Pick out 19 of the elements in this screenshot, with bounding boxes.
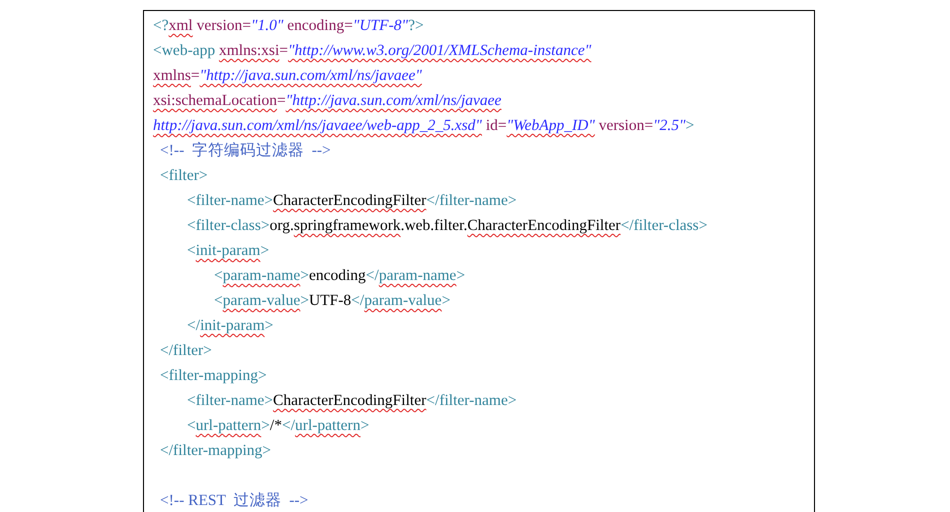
code-line: <url-pattern>/*</url-pattern> xyxy=(187,416,370,436)
code-line: <param-value>UTF-8</param-value> xyxy=(214,291,450,311)
code-line: <param-name>encoding</param-name> xyxy=(214,266,466,286)
code-line: <filter-name>CharacterEncodingFilter</filter-name> xyxy=(187,391,517,411)
code-line: <?xml version="1.0" encoding="UTF-8"?> xyxy=(153,16,424,36)
code-line: <init-param> xyxy=(187,241,270,261)
code-line: <filter-name>CharacterEncodingFilter</filter-name> xyxy=(187,191,517,211)
code-line: http://java.sun.com/xml/ns/javaee/web-app_2_5.xsd" id="WebApp_ID" version="2.5"> xyxy=(153,116,694,136)
code-line: <filter-class>org.springframework.web.filter.CharacterEncodingFilter</filter-class> xyxy=(187,216,708,236)
code-line: <web-app xmlns:xsi="http://www.w3.org/2001/XMLSchema-instance" xyxy=(153,41,592,61)
code-line: <filter> xyxy=(160,166,208,186)
code-line: </init-param> xyxy=(187,316,274,336)
code-line: </filter-mapping> xyxy=(160,441,272,461)
code-line: xmlns="http://java.sun.com/xml/ns/javaee" xyxy=(153,66,422,86)
code-line: <filter-mapping> xyxy=(160,366,267,386)
code-line: <!-- REST 过滤器 --> xyxy=(160,491,308,511)
code-line: xsi:schemaLocation="http://java.sun.com/xml/ns/javaee xyxy=(153,91,502,111)
code-line: </filter> xyxy=(160,341,212,361)
code-line: <!-- 字符编码过滤器 --> xyxy=(160,140,331,161)
